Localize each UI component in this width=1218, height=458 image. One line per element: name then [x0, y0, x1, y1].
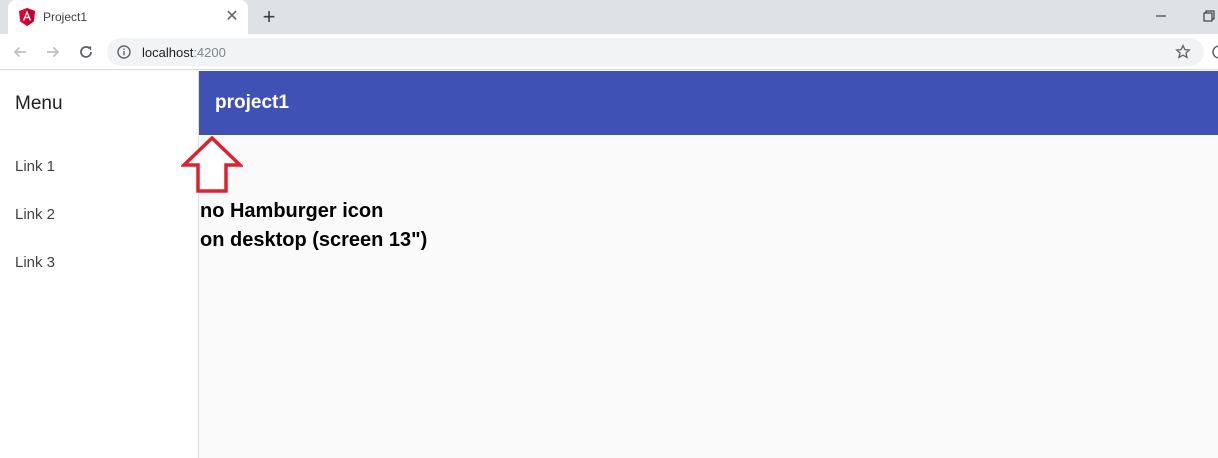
- angular-logo-icon: [19, 8, 35, 26]
- address-bar[interactable]: localhost:4200: [107, 38, 1204, 66]
- restore-window-icon[interactable]: [1198, 6, 1218, 26]
- browser-tab-strip: Project1 ✕ +: [0, 0, 1218, 34]
- url-text[interactable]: localhost:4200: [142, 45, 226, 60]
- annotation-line-2: on desktop (screen 13"): [200, 229, 428, 251]
- app-title: project1: [215, 92, 289, 113]
- menu-link-3[interactable]: Link 3: [15, 254, 55, 271]
- minimize-window-icon[interactable]: [1150, 6, 1172, 26]
- app-toolbar: project1: [199, 71, 1218, 135]
- menu-title: Menu: [15, 93, 63, 114]
- profile-icon[interactable]: [1212, 44, 1218, 60]
- tab-title: Project1: [43, 10, 88, 24]
- info-icon[interactable]: [117, 45, 131, 59]
- close-tab-icon[interactable]: ✕: [224, 9, 240, 25]
- forward-arrow-icon[interactable]: [42, 41, 64, 63]
- menu-link-1[interactable]: Link 1: [15, 158, 55, 175]
- side-menu: Menu Link 1 Link 2 Link 3: [0, 71, 199, 458]
- bookmark-star-icon[interactable]: [1175, 44, 1191, 60]
- main-content: [199, 135, 1218, 458]
- url-host: localhost: [142, 45, 194, 60]
- annotation-line-1: no Hamburger icon: [200, 200, 384, 222]
- annotation-note: no Hamburger icon on desktop (screen 13"…: [200, 197, 427, 255]
- back-arrow-icon[interactable]: [9, 41, 31, 63]
- url-port: :4200: [193, 45, 226, 60]
- reload-icon[interactable]: [75, 41, 97, 63]
- new-tab-icon[interactable]: +: [258, 6, 280, 28]
- annotation-arrow-icon: [181, 136, 243, 193]
- browser-tab[interactable]: Project1 ✕: [8, 0, 248, 34]
- browser-toolbar: localhost:4200: [0, 34, 1218, 70]
- menu-link-2[interactable]: Link 2: [15, 206, 55, 223]
